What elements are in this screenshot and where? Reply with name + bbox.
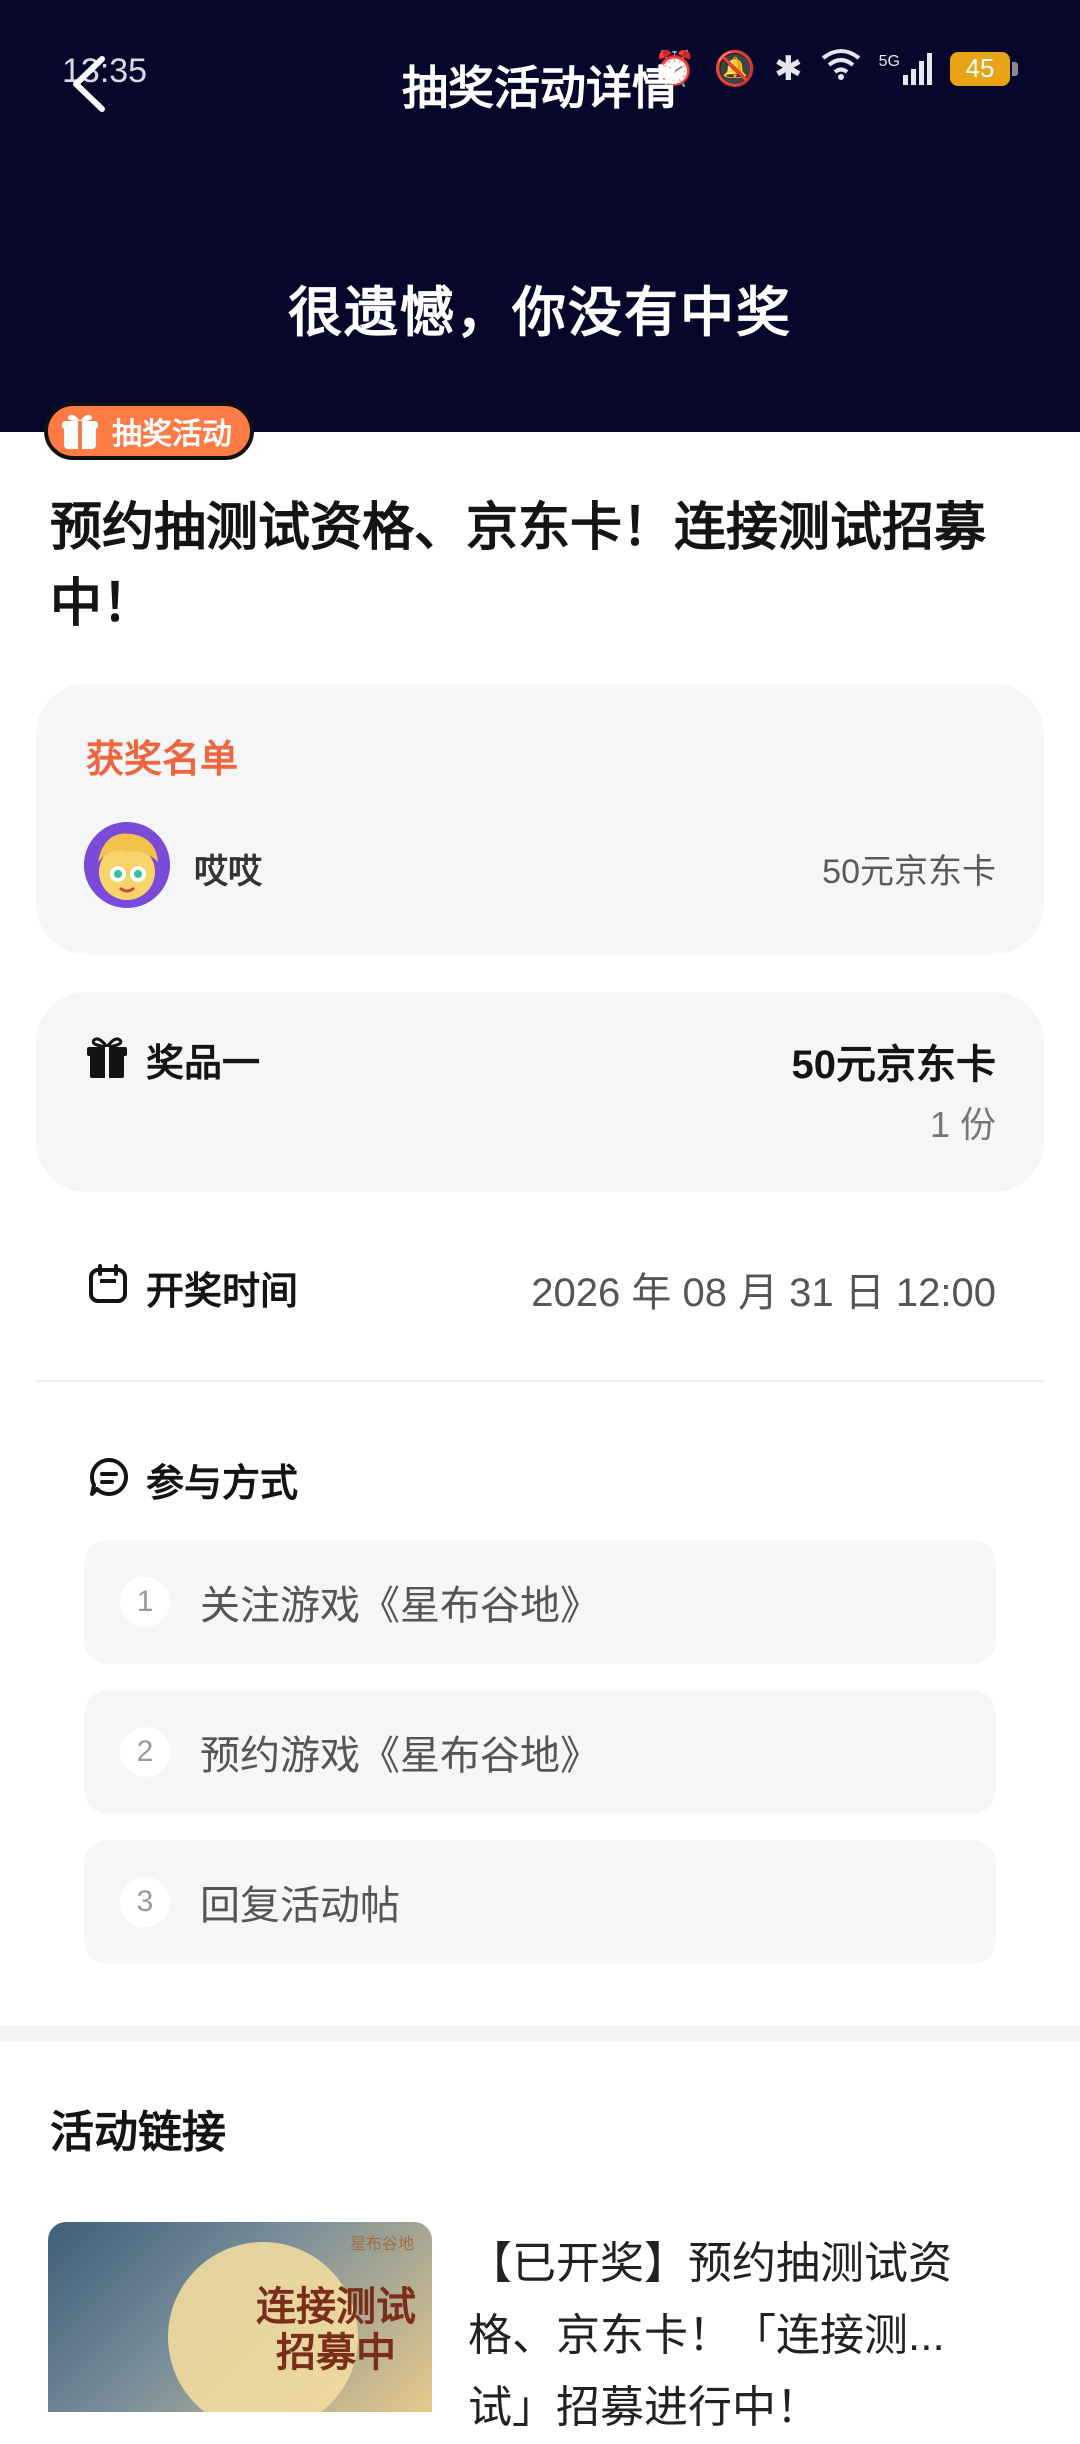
- winner-name: 哎哎: [194, 853, 262, 891]
- step-text: 关注游戏《星布谷地》: [200, 1584, 600, 1628]
- participation-step[interactable]: 1 关注游戏《星布谷地》: [84, 1540, 996, 1664]
- participation-header: 参与方式: [84, 1448, 996, 1508]
- activity-tag-label: 抽奖活动: [112, 418, 232, 451]
- page-title: 抽奖活动详情: [402, 62, 678, 114]
- prize-name: 50元京东卡: [791, 1043, 997, 1087]
- thumbnail-text: 连接测试招募中: [256, 2285, 416, 2375]
- links-title: 活动链接: [50, 2108, 226, 2157]
- step-text: 预约游戏《星布谷地》: [200, 1734, 600, 1778]
- participation-step[interactable]: 2 预约游戏《星布谷地》: [84, 1690, 996, 1814]
- gift-icon: [87, 1037, 127, 1078]
- participation-label: 参与方式: [146, 1463, 299, 1505]
- activity-headline: 预约抽测试资格、京东卡！连接测试招募中！: [50, 499, 987, 633]
- result-message: 很遗憾，你没有中奖: [288, 283, 792, 343]
- prize-label: 奖品一: [146, 1043, 261, 1085]
- header: 13:35 ⏰ 🔕 ✱ 5G 45 抽奖活动详情 很遗憾，你没有中奖: [0, 0, 1080, 432]
- section-separator: [0, 2026, 1080, 2042]
- divider: [36, 1380, 1044, 1382]
- avatar-image: [84, 822, 170, 908]
- activity-tag: 抽奖活动: [44, 402, 254, 460]
- draw-time-value: 2026 年 08 月 31 日 12:00: [531, 1271, 996, 1315]
- draw-time-label: 开奖时间: [146, 1271, 299, 1313]
- thumbnail-brand: 星布谷地: [349, 2236, 414, 2253]
- avatar[interactable]: [84, 822, 170, 908]
- winner-prize: 50元京东卡: [822, 853, 996, 891]
- prize-card: 奖品一 50元京东卡 1 份: [36, 992, 1044, 1192]
- calendar-icon: [89, 1264, 127, 1303]
- step-number: 3: [120, 1877, 170, 1927]
- winners-card: 获奖名单 哎哎 50元京东卡: [36, 684, 1044, 954]
- participation-step[interactable]: 3 回复活动帖: [84, 1840, 996, 1964]
- step-number: 1: [120, 1577, 170, 1627]
- participation-steps: 1 关注游戏《星布谷地》 2 预约游戏《星布谷地》 3 回复活动帖: [84, 1540, 996, 1990]
- prize-quantity: 1 份: [929, 1104, 996, 1145]
- step-number: 2: [120, 1727, 170, 1777]
- gift-icon: [62, 414, 98, 449]
- step-text: 回复活动帖: [200, 1884, 400, 1928]
- winners-title: 获奖名单: [86, 739, 239, 781]
- link-thumbnail[interactable]: 星布谷地 连接测试招募中: [48, 2222, 432, 2412]
- chat-icon: [90, 1457, 129, 1496]
- draw-time-row: 开奖时间 2026 年 08 月 31 日 12:00: [84, 1256, 996, 1316]
